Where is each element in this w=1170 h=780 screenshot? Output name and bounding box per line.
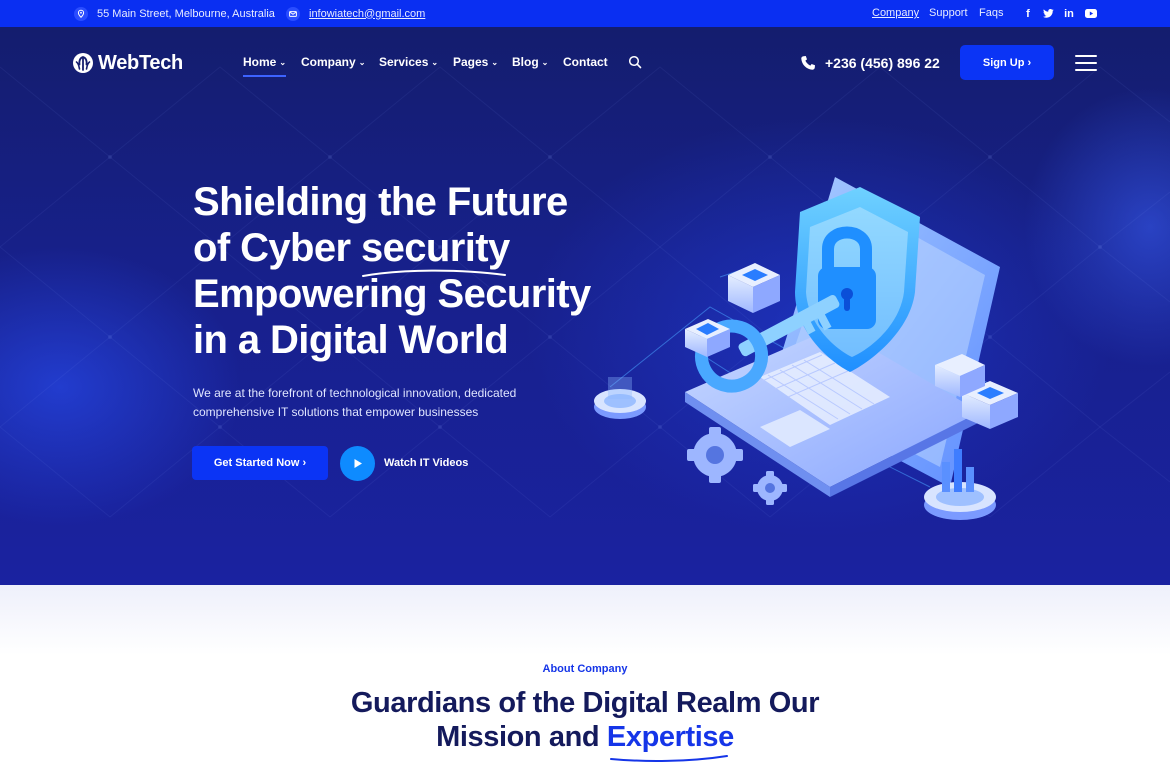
hero-title-line: in a Digital World bbox=[193, 318, 509, 362]
chevron-down-icon: ⌄ bbox=[279, 58, 287, 67]
chevron-down-icon: ⌄ bbox=[491, 58, 499, 67]
address-info: 55 Main Street, Melbourne, Australia bbox=[74, 0, 275, 27]
watch-videos-link[interactable]: Watch IT Videos bbox=[384, 455, 468, 471]
nav-item-label: Blog bbox=[512, 55, 539, 69]
nav-item-contact[interactable]: Contact bbox=[563, 50, 608, 74]
play-icon bbox=[354, 459, 362, 468]
nav-item-label: Services bbox=[379, 55, 429, 69]
topbar-link-company[interactable]: Company bbox=[872, 0, 919, 27]
hero-description-line: comprehensive IT solutions that empower … bbox=[193, 405, 479, 419]
mail-icon bbox=[286, 6, 300, 21]
sign-up-button[interactable]: Sign Up › bbox=[960, 45, 1054, 80]
youtube-icon[interactable] bbox=[1084, 0, 1098, 27]
webtech-logo-icon bbox=[73, 53, 93, 73]
phone-contact[interactable]: +236 (456) 896 22 bbox=[800, 51, 940, 75]
nav-item-pages[interactable]: Pages ⌄ bbox=[453, 50, 498, 74]
section-divider bbox=[0, 585, 1170, 655]
nav-item-home[interactable]: Home ⌄ bbox=[243, 50, 287, 77]
highlight-underline bbox=[361, 269, 506, 277]
about-title-accent: Expertise bbox=[606, 720, 734, 762]
about-accent-word: Expertise bbox=[606, 721, 734, 753]
top-bar: 55 Main Street, Melbourne, Australia inf… bbox=[0, 0, 1170, 27]
nav-item-company[interactable]: Company ⌄ bbox=[301, 50, 365, 74]
hero-title-line: Shielding the Future bbox=[193, 180, 568, 224]
about-title-line: Guardians of the Digital Realm Our bbox=[350, 687, 820, 719]
chevron-down-icon: ⌄ bbox=[541, 58, 549, 67]
hero-title-text: of Cyber bbox=[193, 226, 361, 270]
nav-item-label: Home bbox=[243, 55, 277, 69]
nav-item-label: Company bbox=[301, 55, 356, 69]
hamburger-menu-icon[interactable] bbox=[1075, 55, 1097, 71]
hero-title-highlight: security bbox=[360, 225, 510, 277]
topbar-link-support[interactable]: Support bbox=[929, 0, 968, 27]
get-started-button[interactable]: Get Started Now › bbox=[192, 446, 328, 480]
email-info[interactable]: infowiatech@gmail.com bbox=[286, 0, 425, 27]
chevron-down-icon: ⌄ bbox=[431, 58, 439, 67]
nav-item-label: Contact bbox=[563, 55, 608, 69]
twitter-icon[interactable] bbox=[1041, 0, 1055, 27]
cyber-security-illustration bbox=[594, 177, 1018, 520]
hero-highlight-word: security bbox=[360, 226, 510, 270]
accent-underline bbox=[609, 755, 728, 762]
hero-description-line: We are at the forefront of technological… bbox=[193, 386, 517, 400]
search-icon[interactable] bbox=[628, 55, 642, 69]
address-text: 55 Main Street, Melbourne, Australia bbox=[97, 7, 275, 20]
hero-title: Shielding the Future of Cyber security E… bbox=[193, 179, 613, 363]
logo-text: WebTech bbox=[98, 51, 183, 74]
nav-item-blog[interactable]: Blog ⌄ bbox=[512, 50, 548, 74]
hero-description: We are at the forefront of technological… bbox=[193, 384, 533, 422]
chevron-down-icon: ⌄ bbox=[358, 58, 366, 67]
play-video-button[interactable] bbox=[340, 446, 375, 481]
topbar-link-faqs[interactable]: Faqs bbox=[979, 0, 1003, 27]
email-link[interactable]: infowiatech@gmail.com bbox=[309, 8, 425, 20]
phone-number: +236 (456) 896 22 bbox=[825, 55, 940, 71]
brand-logo[interactable]: WebTech bbox=[72, 50, 183, 76]
hero-section: WebTech Home ⌄ Company ⌄ Services ⌄ Pages ⌄ … bbox=[0, 27, 1170, 585]
location-pin-icon bbox=[74, 6, 88, 21]
nav-item-label: Pages bbox=[453, 55, 489, 69]
facebook-icon[interactable]: f bbox=[1021, 0, 1035, 27]
about-title-line: Mission and bbox=[436, 721, 607, 753]
phone-icon bbox=[801, 56, 815, 70]
linkedin-icon[interactable]: in bbox=[1062, 0, 1076, 27]
about-section-label: About Company bbox=[542, 663, 628, 675]
nav-item-services[interactable]: Services ⌄ bbox=[379, 50, 438, 74]
hero-title-line: of Cyber security bbox=[193, 225, 613, 277]
about-section-title: Guardians of the Digital Realm Our Missi… bbox=[0, 686, 1170, 762]
